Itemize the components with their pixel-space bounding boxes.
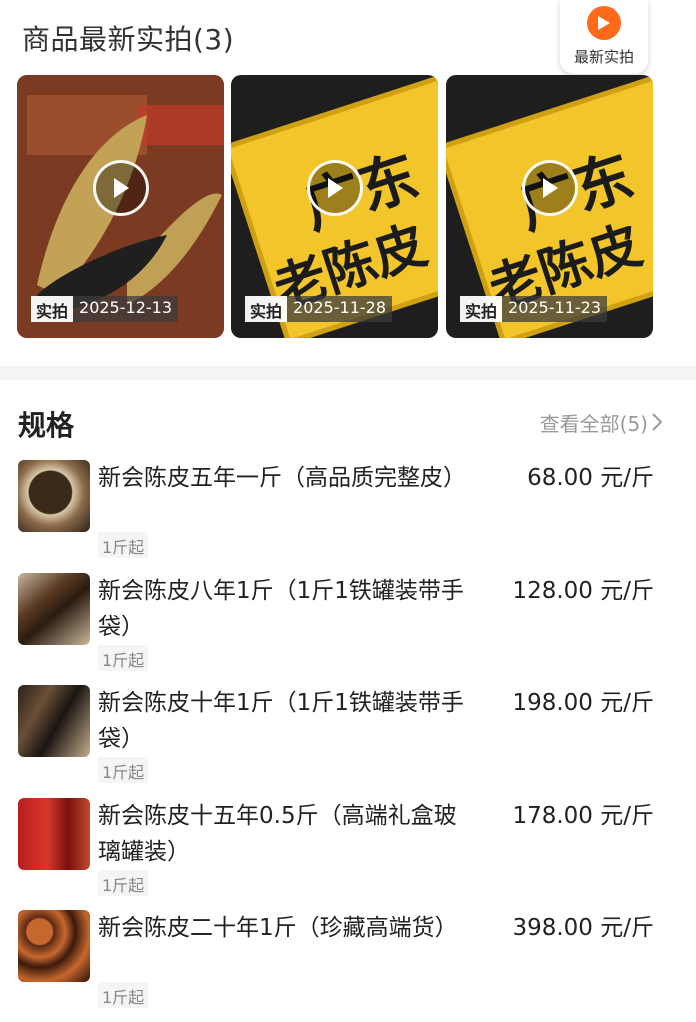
spec-thumbnail	[18, 685, 90, 757]
spec-row[interactable]: 新会陈皮五年一斤（高品质完整皮） 68.00 元/斤 1斤起	[0, 460, 696, 572]
spec-row[interactable]: 新会陈皮十年1斤（1斤1铁罐装带手袋） 198.00 元/斤 1斤起	[0, 685, 696, 797]
play-icon	[306, 160, 363, 217]
latest-photos-button[interactable]: 最新实拍	[560, 0, 648, 74]
spec-name: 新会陈皮十年1斤（1斤1铁罐装带手袋）	[98, 690, 464, 752]
spec-thumbnail	[18, 910, 90, 982]
photo-tag: 实拍	[245, 296, 288, 322]
section-divider	[0, 366, 696, 380]
photo-tag: 实拍	[31, 296, 74, 322]
spec-min-order: 1斤起	[98, 532, 149, 558]
spec-name: 新会陈皮八年1斤（1斤1铁罐装带手袋）	[98, 578, 464, 640]
photo-badge: 实拍 2025-12-13	[31, 296, 178, 322]
spec-min-order: 1斤起	[98, 870, 149, 896]
spec-row[interactable]: 新会陈皮二十年1斤（珍藏高端货） 398.00 元/斤 1斤起	[0, 910, 696, 1022]
video-thumbnail-1[interactable]: 实拍 2025-12-13	[17, 75, 224, 338]
spec-name: 新会陈皮二十年1斤（珍藏高端货）	[98, 915, 458, 941]
spec-price: 178.00 元/斤	[512, 803, 654, 829]
spec-name: 新会陈皮五年一斤（高品质完整皮）	[98, 465, 466, 491]
spec-price: 398.00 元/斤	[512, 915, 654, 941]
video-thumbnail-2[interactable]: 广东 老陈皮 实拍 2025-11-28	[231, 75, 438, 338]
spec-price: 68.00 元/斤	[527, 465, 654, 491]
video-thumbnail-3[interactable]: 广东 老陈皮 实拍 2025-11-23	[446, 75, 653, 338]
play-icon	[587, 6, 621, 40]
spec-thumbnail	[18, 460, 90, 532]
spec-thumbnail	[18, 798, 90, 870]
spec-price: 128.00 元/斤	[512, 578, 654, 604]
spec-row[interactable]: 新会陈皮八年1斤（1斤1铁罐装带手袋） 128.00 元/斤 1斤起	[0, 573, 696, 685]
live-photos-section: 商品最新实拍(3) 最新实拍 实拍 2025-12-13 广东 老陈皮 实拍 2…	[0, 0, 696, 366]
latest-photos-label: 最新实拍	[573, 48, 634, 66]
view-all-specs-link[interactable]: 查看全部(5)	[540, 408, 648, 437]
spec-row[interactable]: 新会陈皮十五年0.5斤（高端礼盒玻璃罐装） 178.00 元/斤 1斤起	[0, 798, 696, 910]
spec-section: 规格 查看全部(5) 新会陈皮五年一斤（高品质完整皮） 68.00 元/斤 1斤…	[0, 380, 696, 1022]
spec-min-order: 1斤起	[98, 757, 149, 783]
photo-tag: 实拍	[460, 296, 503, 322]
play-icon	[92, 160, 149, 217]
spec-min-order: 1斤起	[98, 645, 149, 671]
play-icon	[521, 160, 578, 217]
chevron-right-icon[interactable]	[652, 413, 662, 431]
photo-date: 2025-11-23	[502, 296, 607, 322]
photo-date: 2025-11-28	[287, 296, 392, 322]
photo-badge: 实拍 2025-11-28	[245, 296, 392, 322]
live-photos-title: 商品最新实拍(3)	[22, 23, 235, 56]
spec-title: 规格	[18, 409, 75, 442]
spec-name: 新会陈皮十五年0.5斤（高端礼盒玻璃罐装）	[98, 803, 457, 865]
photo-date: 2025-12-13	[73, 296, 178, 322]
spec-price: 198.00 元/斤	[512, 690, 654, 716]
spec-thumbnail	[18, 573, 90, 645]
photo-badge: 实拍 2025-11-23	[460, 296, 607, 322]
spec-min-order: 1斤起	[98, 982, 149, 1008]
